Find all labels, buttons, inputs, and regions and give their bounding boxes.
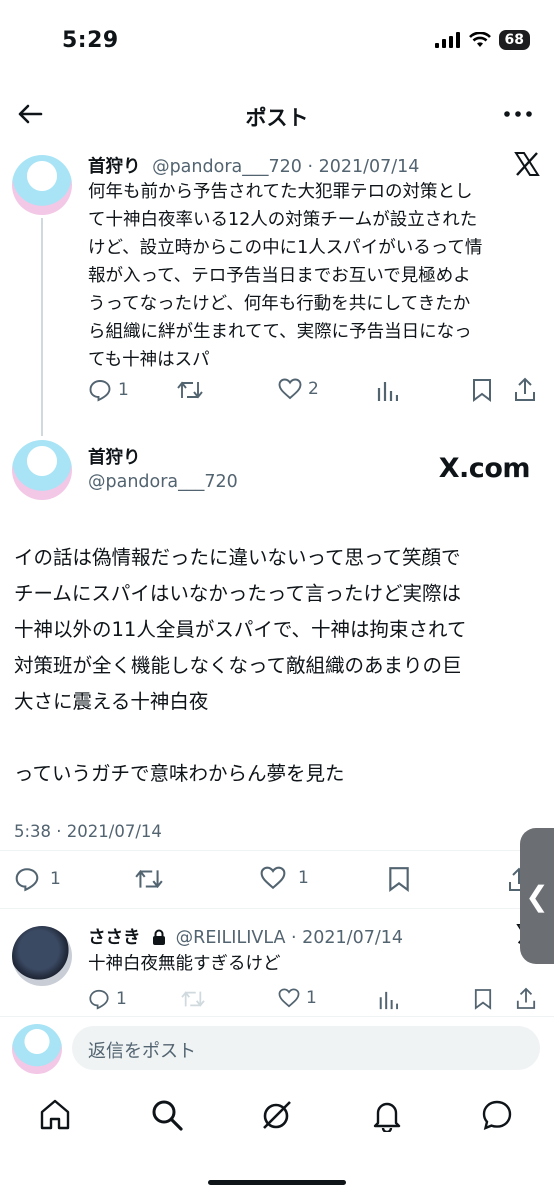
bookmark-button[interactable] bbox=[472, 378, 492, 402]
tweet-line: て十神白夜率いる12人の対策チームが設立された bbox=[88, 210, 478, 230]
share-button[interactable] bbox=[516, 986, 536, 1010]
reply-count: 1 bbox=[118, 380, 129, 400]
tweet-body: 何年も前から予告されてた大犯罪テロの対策とし て十神白夜率いる12人の対策チーム… bbox=[88, 178, 538, 374]
divider bbox=[0, 908, 554, 909]
x-logo-icon bbox=[514, 152, 540, 180]
reply-count: 1 bbox=[116, 989, 127, 1009]
lock-icon bbox=[153, 929, 166, 945]
author-handle[interactable]: @pandora___720 bbox=[88, 472, 238, 492]
more-icon bbox=[504, 111, 532, 117]
message-icon bbox=[482, 1100, 512, 1130]
bottom-nav bbox=[0, 1084, 554, 1154]
xcom-logo: X.com bbox=[438, 453, 531, 484]
grok-icon bbox=[263, 1101, 291, 1129]
thread-line bbox=[41, 218, 43, 436]
repost-button[interactable] bbox=[180, 988, 206, 1010]
nav-messages[interactable] bbox=[480, 1098, 514, 1136]
bookmark-icon bbox=[474, 989, 492, 1010]
tweet-line: 報が入って、テロ予告当日までお互いで見極めよ bbox=[88, 266, 471, 286]
repost-button[interactable] bbox=[176, 378, 204, 402]
page-title: ポスト bbox=[245, 106, 309, 130]
author-handle-date[interactable]: @pandora___720 · 2021/07/14 bbox=[152, 157, 419, 177]
like-count: 2 bbox=[308, 379, 319, 399]
chart-icon bbox=[377, 382, 398, 401]
reply-button[interactable]: 1 bbox=[88, 378, 129, 402]
nav-home[interactable] bbox=[38, 1098, 72, 1136]
tweet-line: 対策班が全く機能しなくなって敵組織のあまりの巨 bbox=[14, 654, 462, 677]
tweet-line: ても十神はスパ bbox=[88, 350, 210, 370]
nav-notifications[interactable] bbox=[370, 1098, 404, 1136]
tweet-body: イの話は偽情報だったに違いないって思って笑顔で チームにスパイはいなかったって言… bbox=[14, 540, 534, 792]
reply-icon bbox=[89, 380, 111, 402]
signal-icon bbox=[434, 32, 460, 48]
avatar[interactable] bbox=[12, 440, 72, 500]
more-options-button[interactable] bbox=[502, 100, 534, 128]
home-indicator[interactable] bbox=[208, 1180, 346, 1185]
search-icon bbox=[152, 1100, 183, 1131]
chart-icon bbox=[379, 991, 398, 1010]
avatar[interactable] bbox=[12, 155, 72, 215]
views-button[interactable] bbox=[378, 990, 398, 1010]
repost-button[interactable] bbox=[134, 866, 164, 892]
home-icon bbox=[40, 1099, 70, 1130]
author-name[interactable]: ささき bbox=[88, 928, 141, 948]
side-panel-handle[interactable]: ❮ bbox=[520, 828, 554, 964]
bookmark-icon bbox=[389, 867, 409, 892]
author-name[interactable]: 首狩り bbox=[88, 157, 141, 177]
tweet-line: っていうガチで意味わからん夢を見た bbox=[14, 762, 345, 785]
repost-icon bbox=[177, 381, 203, 399]
tweet-header: 首狩り @pandora___720 · 2021/07/14 bbox=[88, 153, 419, 178]
reply-button[interactable]: 1 bbox=[88, 988, 127, 1010]
tweet-line: ら組織に絆が生まれてて、実際に予告当日になっ bbox=[88, 322, 472, 342]
tweet-line: チームにスパイはいなかったって言ったけど実際は bbox=[14, 582, 461, 605]
my-avatar[interactable] bbox=[12, 1024, 62, 1074]
tweet-timestamp[interactable]: 5:38 · 2021/07/14 bbox=[14, 822, 162, 841]
like-count: 1 bbox=[298, 868, 309, 888]
tweet-line: 大さに震える十神白夜 bbox=[14, 690, 209, 713]
tweet-line: けど、設立時からこの中に1人スパイがいるって情 bbox=[88, 238, 483, 258]
nav-grok[interactable] bbox=[260, 1098, 294, 1136]
tweet-body: 十神白夜無能すぎるけど bbox=[88, 954, 281, 974]
reply-input[interactable]: 返信をポスト bbox=[72, 1026, 540, 1070]
reply-icon bbox=[89, 989, 109, 1010]
battery-indicator: 68 bbox=[498, 30, 530, 50]
reply-count: 1 bbox=[50, 869, 61, 889]
divider bbox=[0, 1016, 554, 1017]
reply-icon bbox=[15, 868, 39, 892]
nav-search[interactable] bbox=[150, 1098, 184, 1136]
like-button[interactable]: 1 bbox=[278, 988, 317, 1008]
bookmark-button[interactable] bbox=[474, 988, 492, 1010]
repost-icon bbox=[135, 869, 163, 889]
author-handle-date[interactable]: @REILILIVLA · 2021/07/14 bbox=[176, 928, 403, 948]
status-icons: 68 bbox=[434, 30, 530, 50]
share-button[interactable] bbox=[514, 376, 536, 402]
bookmark-button[interactable] bbox=[388, 866, 410, 892]
like-count: 1 bbox=[306, 988, 317, 1008]
reply-button[interactable]: 1 bbox=[14, 866, 61, 892]
avatar[interactable] bbox=[12, 926, 72, 986]
tweet-line: うってなったけど、何年も行動を共にしてきたか bbox=[88, 294, 471, 314]
divider bbox=[0, 850, 554, 851]
like-button[interactable]: 1 bbox=[260, 866, 309, 890]
author-name[interactable]: 首狩り bbox=[88, 444, 141, 469]
repost-icon bbox=[181, 991, 205, 1007]
heart-icon bbox=[278, 988, 300, 1008]
wifi-icon bbox=[468, 32, 491, 47]
share-icon bbox=[516, 987, 536, 1009]
bell-icon bbox=[373, 1102, 401, 1134]
views-button[interactable] bbox=[376, 380, 398, 402]
tweet-line: 十神以外の11人全員がスパイで、十神は拘束されて bbox=[14, 618, 467, 641]
tweet-line: 何年も前から予告されてた大犯罪テロの対策とし bbox=[88, 182, 473, 202]
tweet-line: イの話は偽情報だったに違いないって思って笑顔で bbox=[14, 546, 461, 569]
share-icon bbox=[515, 377, 535, 401]
like-button[interactable]: 2 bbox=[278, 378, 319, 400]
bookmark-icon bbox=[473, 379, 491, 402]
heart-icon bbox=[278, 378, 302, 400]
tweet-header: ささき @REILILIVLA · 2021/07/14 bbox=[88, 924, 403, 949]
status-time: 5:29 bbox=[62, 28, 119, 53]
heart-icon bbox=[260, 866, 286, 890]
